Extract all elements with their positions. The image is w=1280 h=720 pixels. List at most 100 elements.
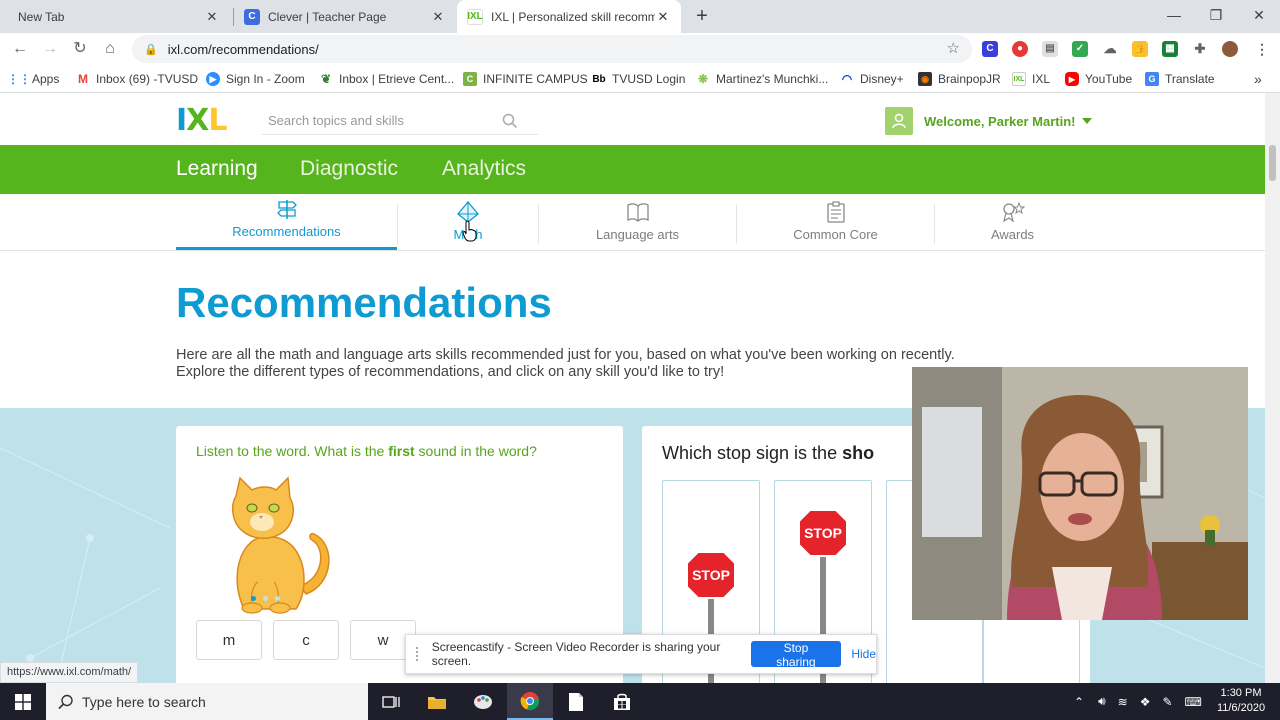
browser-tab-strip: New Tab ✕ C Clever | Teacher Page ✕ IXL … xyxy=(0,0,1280,33)
extensions-puzzle-icon[interactable]: ✚ xyxy=(1192,41,1208,57)
address-bar[interactable]: 🔒 ixl.com/recommendations/ ☆ xyxy=(132,35,972,63)
tab-label: Recommendations xyxy=(232,224,341,239)
close-tab-icon[interactable]: ✕ xyxy=(430,9,446,25)
taskbar-search[interactable]: Type here to search xyxy=(46,683,368,720)
clever-extension-icon[interactable]: C xyxy=(982,41,998,57)
stop-sharing-button[interactable]: Stop sharing xyxy=(750,641,842,669)
sheets-extension-icon[interactable]: ▦ xyxy=(1162,41,1178,57)
search-icon[interactable] xyxy=(502,113,518,129)
drag-handle-icon[interactable] xyxy=(416,647,422,661)
awards-icon xyxy=(1002,201,1025,223)
bookmark-gmail[interactable]: M Inbox (69) -TVUSD xyxy=(76,71,198,87)
carousel-dot[interactable] xyxy=(251,596,256,601)
bookmark-star-icon[interactable]: ☆ xyxy=(947,39,960,57)
bookmarks-bar: ⋮⋮ Apps M Inbox (69) -TVUSD ▶ Sign In - … xyxy=(0,65,1280,93)
status-url: https://www.ixl.com/math/ xyxy=(0,662,139,683)
translate-icon: G xyxy=(1145,72,1159,86)
carousel-dot[interactable] xyxy=(263,596,268,601)
tab-new-tab[interactable]: New Tab ✕ xyxy=(8,0,230,33)
tab-language-arts[interactable]: Language arts xyxy=(539,194,736,250)
webcam-overlay xyxy=(912,367,1248,620)
tab-recommendations[interactable]: Recommendations xyxy=(176,194,397,250)
new-tab-button[interactable]: + xyxy=(691,5,713,27)
hand-cursor-icon xyxy=(462,220,477,242)
user-menu[interactable]: Welcome, Parker Martin! xyxy=(885,107,1094,135)
carousel-dot[interactable] xyxy=(275,596,280,601)
thumb-extension-icon[interactable]: 👍 xyxy=(1132,41,1148,57)
hide-button[interactable]: Hide xyxy=(851,647,876,661)
document-app-icon[interactable] xyxy=(553,683,599,720)
question-part: sound in the word? xyxy=(414,443,537,459)
scrollbar-thumb[interactable] xyxy=(1269,145,1276,181)
keyboard-icon[interactable]: ⌨ xyxy=(1185,695,1202,709)
pen-icon[interactable]: ✎ xyxy=(1162,695,1172,709)
tab-ixl[interactable]: IXL IXL | Personalized skill recommen ✕ xyxy=(457,0,681,33)
volume-icon[interactable]: 🔊︎ xyxy=(1098,694,1106,709)
ixl-icon: IXL xyxy=(1012,72,1026,86)
infinite-campus-icon: C xyxy=(463,72,477,86)
start-button[interactable] xyxy=(0,683,46,720)
tab-label: Awards xyxy=(990,227,1035,242)
tab-common-core[interactable]: Common Core xyxy=(737,194,934,250)
cloud-extension-icon[interactable]: ☁ xyxy=(1102,41,1118,57)
description-line: Here are all the math and language arts … xyxy=(176,347,955,363)
bookmark-disney[interactable]: ◠ Disney+ xyxy=(840,71,904,87)
back-icon[interactable]: ← xyxy=(10,39,30,59)
bookmark-ixl[interactable]: IXL IXL xyxy=(1012,71,1050,87)
disney-icon: ◠ xyxy=(840,72,854,86)
munchkins-icon: ❋ xyxy=(696,72,710,86)
tab-awards[interactable]: Awards xyxy=(935,194,1090,250)
dropbox-icon[interactable]: ❖ xyxy=(1140,695,1151,709)
bookmark-etrieve[interactable]: ❦ Inbox | Etrieve Cent... xyxy=(319,71,454,87)
bookmark-translate[interactable]: G Translate xyxy=(1145,71,1215,87)
minimize-icon[interactable]: — xyxy=(1162,4,1186,26)
nav-learning[interactable]: Learning xyxy=(176,157,258,181)
bookmark-tvusd[interactable]: Bb TVUSD Login xyxy=(592,71,685,87)
ixl-logo[interactable]: I X L xyxy=(176,106,250,136)
answer-choice[interactable]: m xyxy=(196,620,262,660)
bookmark-label: BrainpopJR xyxy=(938,72,1001,86)
green-extension-icon[interactable]: ✓ xyxy=(1072,41,1088,57)
tab-clever[interactable]: C Clever | Teacher Page ✕ xyxy=(234,0,456,33)
clock-time: 1:30 PM xyxy=(1220,687,1262,699)
close-tab-icon[interactable]: ✕ xyxy=(204,9,220,25)
stop-label: STOP xyxy=(804,525,842,541)
close-window-icon[interactable]: ✕ xyxy=(1247,4,1271,26)
wifi-icon[interactable]: ≋ xyxy=(1118,695,1128,709)
forward-icon[interactable]: → xyxy=(40,39,60,59)
sharing-message: Screencastify - Screen Video Recorder is… xyxy=(431,640,721,668)
screencastify-extension-icon[interactable]: ● xyxy=(1012,41,1028,57)
bookmark-youtube[interactable]: ▶ YouTube xyxy=(1065,71,1132,87)
search-input[interactable] xyxy=(262,113,502,128)
bookmark-munchkins[interactable]: ❋ Martinez's Munchki... xyxy=(696,71,828,87)
bookmarks-overflow-button[interactable]: » xyxy=(1254,71,1262,87)
question-part: Listen to the word. What is the xyxy=(196,443,389,459)
paint-app-icon[interactable] xyxy=(460,683,506,720)
cat-illustration xyxy=(231,476,330,614)
nav-analytics[interactable]: Analytics xyxy=(442,157,526,181)
bookmark-zoom[interactable]: ▶ Sign In - Zoom xyxy=(206,71,305,87)
bookmark-infinite-campus[interactable]: C INFINITE CAMPUS xyxy=(463,71,588,87)
file-explorer-icon[interactable] xyxy=(414,683,460,720)
nav-diagnostic[interactable]: Diagnostic xyxy=(300,157,398,181)
bookmark-apps[interactable]: ⋮⋮ Apps xyxy=(7,71,59,87)
reader-extension-icon[interactable]: ▤ xyxy=(1042,41,1058,57)
show-hidden-icons-icon[interactable]: ⌃ xyxy=(1074,695,1084,709)
screencastify-banner: Screencastify - Screen Video Recorder is… xyxy=(405,634,877,674)
restore-icon[interactable]: ❐ xyxy=(1204,4,1228,26)
bookmark-label: Sign In - Zoom xyxy=(226,72,305,86)
question-text: Listen to the word. What is the first so… xyxy=(196,443,537,459)
avatar xyxy=(885,107,913,135)
page-scrollbar[interactable] xyxy=(1265,93,1280,683)
answer-choice[interactable]: c xyxy=(273,620,339,660)
store-app-icon[interactable] xyxy=(599,683,645,720)
taskbar-clock[interactable]: 1:30 PM 11/6/2020 xyxy=(1212,686,1270,716)
chrome-menu-icon[interactable]: ⋮ xyxy=(1254,41,1270,57)
reload-icon[interactable]: ↻ xyxy=(70,39,90,59)
bookmark-brainpop[interactable]: ◉ BrainpopJR xyxy=(918,71,1001,87)
profile-avatar-icon[interactable] xyxy=(1222,41,1238,57)
home-icon[interactable]: ⌂ xyxy=(100,39,120,59)
task-view-icon[interactable] xyxy=(368,683,414,720)
chrome-taskbar-icon[interactable] xyxy=(507,683,553,720)
close-tab-icon[interactable]: ✕ xyxy=(655,9,671,25)
